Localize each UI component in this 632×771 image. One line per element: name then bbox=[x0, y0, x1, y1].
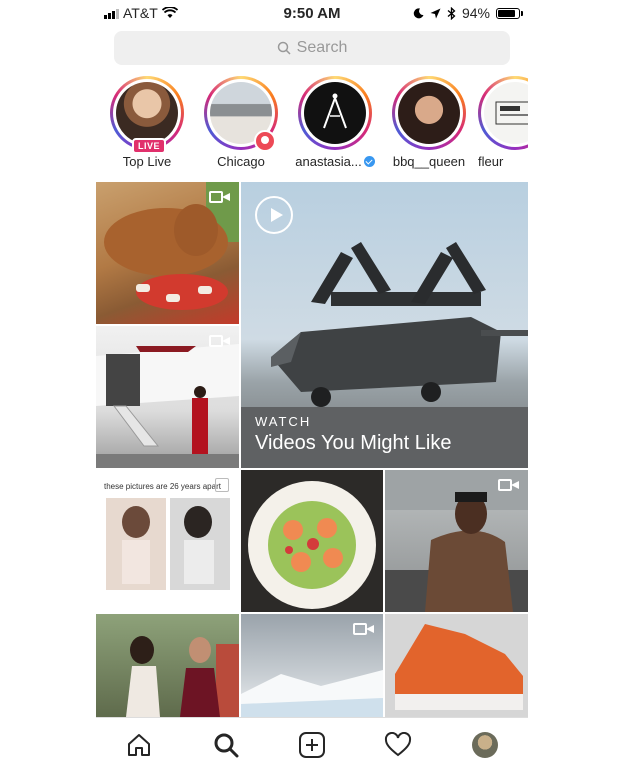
tab-search[interactable] bbox=[206, 725, 246, 765]
grid-tile-couple[interactable] bbox=[96, 614, 239, 717]
avatar bbox=[116, 82, 178, 144]
status-bar: AT&T 9:50 AM 94% bbox=[96, 0, 528, 28]
home-icon bbox=[128, 734, 151, 756]
location-pin-icon bbox=[254, 130, 276, 152]
tile-image bbox=[248, 481, 376, 609]
battery-percent: 94% bbox=[461, 5, 490, 21]
battery-icon bbox=[496, 7, 523, 19]
search-icon bbox=[277, 41, 291, 55]
tab-home[interactable] bbox=[119, 725, 159, 765]
story-label: bbq__queen bbox=[392, 154, 466, 169]
watch-kicker: WATCH bbox=[255, 414, 312, 429]
story-ring bbox=[204, 76, 278, 152]
story-label: fleur bbox=[478, 154, 504, 169]
activity-heart-icon bbox=[385, 732, 412, 757]
add-post-icon bbox=[298, 732, 325, 758]
brand-logo bbox=[304, 82, 366, 144]
story-label: anastasia... bbox=[290, 154, 380, 169]
story-ring bbox=[392, 76, 466, 150]
multi-photo-icon bbox=[215, 478, 229, 492]
explore-grid: WATCH Videos You Might Like these pictur… bbox=[96, 182, 528, 717]
story-fleur[interactable]: fleur bbox=[478, 76, 528, 169]
grid-tile-athlete[interactable] bbox=[385, 470, 528, 612]
brand-monogram-icon bbox=[323, 93, 347, 129]
story-label: Chicago bbox=[217, 154, 265, 169]
verified-badge-icon bbox=[363, 156, 375, 167]
story-ring bbox=[478, 76, 528, 150]
grid-tile-salad[interactable] bbox=[241, 470, 383, 612]
grid-tile-collage[interactable]: these pictures are 26 years apart bbox=[96, 470, 239, 612]
tab-new-post[interactable] bbox=[292, 725, 332, 765]
grid-tile-dog[interactable] bbox=[96, 182, 239, 324]
video-camera-icon bbox=[353, 622, 375, 636]
search-bar[interactable]: Search bbox=[114, 31, 510, 65]
story-ring bbox=[298, 76, 372, 150]
video-camera-icon bbox=[498, 478, 520, 492]
story-label-text: anastasia... bbox=[295, 154, 362, 169]
collage-caption: these pictures are 26 years apart bbox=[104, 482, 221, 491]
profile-avatar bbox=[471, 732, 498, 758]
battery-fill bbox=[498, 9, 515, 17]
moon-icon bbox=[413, 7, 424, 18]
phone-screen: AT&T 9:50 AM 94% Search LIVE Top Live Ch… bbox=[96, 0, 528, 771]
live-badge: LIVE bbox=[132, 138, 167, 154]
story-bbq-queen[interactable]: bbq__queen bbox=[384, 76, 474, 169]
location-arrow-icon bbox=[430, 8, 441, 18]
stories-tray: LIVE Top Live Chicago anastasia... bbq__… bbox=[96, 72, 528, 180]
video-camera-icon bbox=[209, 190, 231, 204]
story-ring: LIVE bbox=[110, 76, 184, 154]
play-button-icon[interactable] bbox=[255, 196, 293, 234]
search-placeholder: Search bbox=[296, 39, 348, 56]
tab-activity[interactable] bbox=[378, 725, 418, 765]
tile-image bbox=[126, 636, 239, 717]
video-camera-icon bbox=[209, 334, 231, 348]
search-icon bbox=[214, 733, 239, 758]
tile-image bbox=[395, 624, 523, 710]
watch-feature-tile[interactable]: WATCH Videos You Might Like bbox=[241, 182, 528, 468]
story-label: Top Live bbox=[122, 154, 172, 169]
status-right: 94% bbox=[413, 5, 523, 21]
tab-bar bbox=[96, 717, 528, 771]
grid-tile-sneaker[interactable] bbox=[385, 614, 528, 717]
bluetooth-icon bbox=[447, 6, 456, 20]
story-top-live[interactable]: LIVE Top Live bbox=[102, 76, 192, 169]
avatar bbox=[398, 82, 460, 144]
watch-title: Videos You Might Like bbox=[255, 432, 452, 454]
grid-tile-jet[interactable] bbox=[96, 326, 239, 468]
tab-profile[interactable] bbox=[465, 725, 505, 765]
grid-tile-snow[interactable] bbox=[241, 614, 383, 717]
story-anastasia[interactable]: anastasia... bbox=[290, 76, 380, 169]
story-chicago[interactable]: Chicago bbox=[196, 76, 286, 169]
